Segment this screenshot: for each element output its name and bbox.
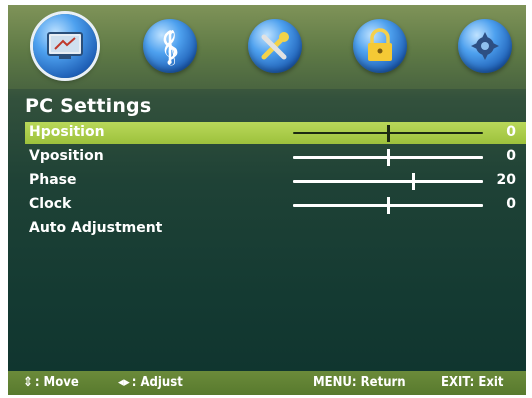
slider-thumb[interactable] — [387, 197, 390, 214]
picture-icon[interactable] — [33, 14, 97, 78]
options-icon[interactable] — [458, 19, 512, 73]
slider-thumb[interactable] — [411, 173, 415, 190]
setting-label: Clock — [29, 196, 72, 212]
footer-adjust-hint: ◂▸: Adjust — [118, 375, 183, 390]
footer-adjust-label: : Adjust — [131, 375, 183, 390]
setting-row-auto-adjustment[interactable]: Auto Adjustment — [25, 218, 526, 240]
menu-icon-bar: 𝄞 — [8, 5, 526, 89]
footer-return-hint: MENU: Return — [313, 375, 406, 390]
setup-icon[interactable] — [248, 19, 302, 73]
setting-row-hposition[interactable]: Hposition 0 — [25, 122, 526, 144]
left-right-arrow-icon: ◂▸ — [118, 375, 130, 390]
setting-value: 20 — [496, 172, 516, 188]
setting-label: Vposition — [29, 148, 104, 164]
slider-thumb[interactable] — [387, 125, 390, 142]
page-title: PC Settings — [25, 95, 152, 117]
footer-move-hint: ⇕: Move — [23, 375, 79, 390]
setting-row-vposition[interactable]: Vposition 0 — [25, 146, 526, 168]
footer-move-label: : Move — [34, 375, 79, 390]
slider-track[interactable] — [293, 125, 483, 142]
setting-label: Phase — [29, 172, 77, 188]
setting-value: 0 — [506, 148, 516, 164]
setting-row-phase[interactable]: Phase 20 — [25, 170, 526, 192]
slider-track[interactable] — [293, 173, 483, 190]
up-down-arrow-icon: ⇕ — [23, 375, 33, 390]
setting-label: Auto Adjustment — [29, 220, 163, 236]
setting-label: Hposition — [29, 124, 105, 140]
slider-track[interactable] — [293, 197, 483, 214]
slider-thumb[interactable] — [387, 149, 390, 166]
lock-icon[interactable] — [353, 19, 407, 73]
setting-value: 0 — [506, 124, 516, 140]
sound-icon[interactable]: 𝄞 — [143, 19, 197, 73]
setting-row-clock[interactable]: Clock 0 — [25, 194, 526, 216]
footer-help-bar: ⇕: Move ◂▸: Adjust MENU: Return EXIT: Ex… — [8, 371, 526, 395]
slider-track[interactable] — [293, 149, 483, 166]
setting-value: 0 — [506, 196, 516, 212]
tv-osd-screen: 𝄞 PC Settings Hposition 0 Vposition 0 Ph… — [8, 5, 526, 395]
footer-exit-hint: EXIT: Exit — [441, 375, 504, 390]
